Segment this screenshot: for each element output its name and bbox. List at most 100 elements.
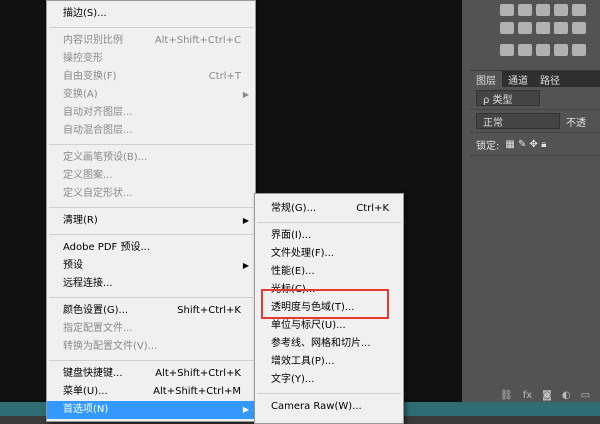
- menu-item[interactable]: 键盘快捷键... Alt+Shift+Ctrl+K: [47, 365, 255, 383]
- menu-separator: [49, 207, 253, 208]
- submenu-arrow-icon: ▶: [242, 405, 249, 414]
- levels-icon[interactable]: [518, 4, 532, 16]
- menu-item[interactable]: 单位与标尺(U)...: [255, 317, 403, 335]
- menu-item[interactable]: 清理(R) ▶: [47, 212, 255, 230]
- lock-icons[interactable]: ▦ ✎ ✥ 🔒︎: [505, 139, 546, 150]
- menu-item-label: Adobe PDF 预设...: [63, 242, 151, 253]
- opacity-label: 不透: [566, 117, 586, 129]
- menu-item[interactable]: 文件处理(F)...: [255, 245, 403, 263]
- hue-icon[interactable]: [500, 22, 514, 34]
- menu-item: 操控变形: [47, 50, 255, 68]
- filter-select[interactable]: ρ 类型: [476, 90, 540, 106]
- menu-item[interactable]: 颜色设置(G)... Shift+Ctrl+K: [47, 302, 255, 320]
- menu-item-label: 预设: [63, 260, 83, 271]
- fx-icon[interactable]: fx: [523, 390, 532, 401]
- menu-separator: [49, 234, 253, 235]
- menu-item-label: 性能(E)...: [271, 266, 315, 277]
- menu-item[interactable]: 描边(S)...: [47, 5, 255, 23]
- menu-item[interactable]: Camera Raw(W)...: [255, 398, 403, 416]
- menu-item-label: Camera Raw(W)...: [271, 401, 362, 412]
- menu-item: 自由变换(F) Ctrl+T: [47, 68, 255, 86]
- tab-layers[interactable]: 图层: [470, 71, 502, 87]
- menu-separator: [49, 27, 253, 28]
- menu-item-label: 描边(S)...: [63, 8, 107, 19]
- menu-item[interactable]: Adobe PDF 预设...: [47, 239, 255, 257]
- menu-item-shortcut: Alt+Shift+Ctrl+M: [153, 386, 241, 397]
- menu-item[interactable]: 文字(Y)...: [255, 371, 403, 389]
- folder-icon[interactable]: ▭: [581, 390, 590, 401]
- menu-item-label: 增效工具(P)...: [271, 356, 335, 367]
- posterize-icon[interactable]: [518, 44, 532, 56]
- submenu-arrow-icon: ▶: [242, 90, 249, 99]
- menu-separator: [257, 222, 401, 223]
- menu-item-shortcut: Ctrl+K: [356, 203, 389, 214]
- menu-item-label: 定义图案...: [63, 170, 113, 181]
- menu-item-label: 指定配置文件...: [63, 323, 133, 334]
- submenu-arrow-icon: ▶: [242, 216, 249, 225]
- highlight-box: [261, 289, 389, 319]
- blend-mode-select[interactable]: 正常: [476, 113, 560, 129]
- brightness-icon[interactable]: [500, 4, 514, 16]
- layers-tabs: 图层 通道 路径: [470, 71, 600, 87]
- menu-item-label: 清理(R): [63, 215, 98, 226]
- curves-icon[interactable]: [536, 4, 550, 16]
- menu-item-shortcut: Ctrl+T: [208, 71, 241, 82]
- exposure-icon[interactable]: [554, 4, 568, 16]
- menu-item[interactable]: 远程连接...: [47, 275, 255, 293]
- menu-item-label: 定义画笔预设(B)...: [63, 152, 148, 163]
- adjustment-icon[interactable]: ◐: [562, 390, 571, 401]
- lock-label: 锁定:: [476, 140, 500, 152]
- menu-item-label: 变换(A): [63, 89, 98, 100]
- bw-icon[interactable]: [536, 22, 550, 34]
- menu-item[interactable]: 预设 ▶: [47, 257, 255, 275]
- mask-icon[interactable]: ◙: [542, 390, 552, 401]
- menu-item[interactable]: 增效工具(P)...: [255, 353, 403, 371]
- submenu-arrow-icon: ▶: [242, 261, 249, 270]
- blend-row: 正常 不透: [470, 110, 600, 133]
- menu-item: 内容识别比例 Alt+Shift+Ctrl+C: [47, 32, 255, 50]
- menu-item[interactable]: 界面(I)...: [255, 227, 403, 245]
- menu-item-label: 内容识别比例: [63, 35, 123, 46]
- tab-paths[interactable]: 路径: [534, 71, 566, 87]
- menu-item-label: 常规(G)...: [271, 203, 317, 214]
- menu-item-label: 自由变换(F): [63, 71, 117, 82]
- link-icon[interactable]: ⛓: [500, 390, 513, 401]
- menu-item-label: 参考线、网格和切片...: [271, 338, 371, 349]
- menu-item-label: 键盘快捷键...: [63, 368, 123, 379]
- photo-filter-icon[interactable]: [554, 22, 568, 34]
- lock-row: 锁定: ▦ ✎ ✥ 🔒︎: [470, 133, 600, 156]
- invert-icon[interactable]: [500, 44, 514, 56]
- menu-item-label: 界面(I)...: [271, 230, 312, 241]
- menu-item-label: 菜单(U)...: [63, 386, 108, 397]
- menu-separator: [257, 393, 401, 394]
- menu-item-label: 转换为配置文件(V)...: [63, 341, 158, 352]
- channel-mixer-icon[interactable]: [572, 22, 586, 34]
- tab-channels[interactable]: 通道: [502, 71, 534, 87]
- filter-row: ρ 类型: [470, 87, 600, 110]
- menu-item-shortcut: Alt+Shift+Ctrl+K: [155, 368, 241, 379]
- vibrance-icon[interactable]: [572, 4, 586, 16]
- menu-item-label: 文字(Y)...: [271, 374, 315, 385]
- menu-separator: [49, 360, 253, 361]
- menu-item: 转换为配置文件(V)...: [47, 338, 255, 356]
- adjustments-row-1: [500, 4, 586, 20]
- menu-item[interactable]: 参考线、网格和切片...: [255, 335, 403, 353]
- menu-separator: [49, 297, 253, 298]
- menu-item-shortcut: Alt+Shift+Ctrl+C: [154, 35, 241, 46]
- menu-item: 定义自定形状...: [47, 185, 255, 203]
- menu-item: 自动对齐图层...: [47, 104, 255, 122]
- threshold-icon[interactable]: [536, 44, 550, 56]
- selective-color-icon[interactable]: [572, 44, 586, 56]
- menu-item[interactable]: 菜单(U)... Alt+Shift+Ctrl+M: [47, 383, 255, 401]
- menu-item-label: 自动混合图层...: [63, 125, 133, 136]
- menu-item-label: 操控变形: [63, 53, 103, 64]
- menu-item-label: 定义自定形状...: [63, 188, 133, 199]
- gradient-map-icon[interactable]: [554, 44, 568, 56]
- menu-item-label: 首选项(N): [63, 404, 109, 415]
- menu-item[interactable]: 常规(G)... Ctrl+K: [255, 200, 403, 218]
- menu-item[interactable]: 首选项(N) ▶: [47, 401, 255, 419]
- menu-item[interactable]: 性能(E)...: [255, 263, 403, 281]
- adjustments-row-2: [500, 22, 586, 38]
- menu-separator: [49, 144, 253, 145]
- color-balance-icon[interactable]: [518, 22, 532, 34]
